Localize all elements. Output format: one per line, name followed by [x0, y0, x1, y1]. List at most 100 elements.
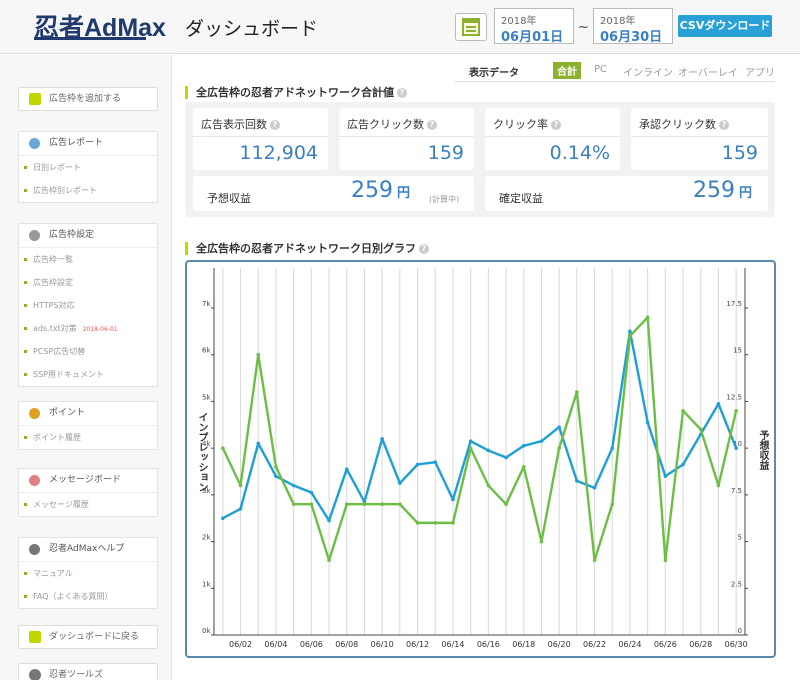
data-point [557, 446, 561, 450]
y-right-tick-label: 2.5 [731, 580, 742, 588]
y-left-tick-label: 2k [202, 534, 211, 542]
data-point [681, 462, 685, 467]
x-tick-label: 06/28 [689, 640, 712, 649]
sidebar-group-title[interactable]: 広告レポート [19, 132, 157, 156]
ninja-tools-label: 忍者ツールズ [49, 670, 104, 680]
data-point [291, 483, 296, 488]
x-tick-label: 06/14 [441, 640, 464, 649]
calendar-button[interactable] [455, 13, 487, 41]
estimated-revenue-value: 259 円 [351, 178, 411, 203]
data-point [645, 420, 650, 425]
sidebar-item-pcsp[interactable]: PCSP広告切替 [19, 340, 157, 363]
chart-title: 全広告枠の忍者アドネットワーク日別グラフ? [185, 242, 429, 255]
sidebar-item-ads-txt[interactable]: ads.txt対策 2018-06-01 [19, 317, 157, 340]
x-tick-label: 06/02 [229, 640, 252, 649]
tab-pc[interactable]: PC [594, 64, 607, 75]
sidebar-item-slot-list[interactable]: 広告枠一覧 [19, 248, 157, 271]
data-point [415, 462, 420, 467]
data-point [238, 507, 243, 511]
data-point [734, 408, 738, 413]
sidebar-item-daily-report[interactable]: 日別レポート [19, 156, 157, 179]
ninja-tools-link[interactable]: 忍者ツールズ [18, 663, 158, 680]
y-axis-right-label: 予想収益 [757, 430, 768, 470]
ninja-icon [29, 669, 41, 680]
data-point [291, 502, 296, 506]
data-point [698, 427, 703, 432]
tab-total[interactable]: 合計 [553, 62, 581, 79]
tab-inline[interactable]: インライン [623, 64, 673, 79]
x-tick-label: 06/16 [477, 640, 500, 649]
home-icon [29, 631, 41, 643]
sidebar-item-manual[interactable]: マニュアル [19, 562, 157, 585]
tab-app[interactable]: アプリ [745, 64, 775, 79]
sidebar-item-slot-settings[interactable]: 広告枠設定 [19, 271, 157, 294]
data-point [504, 455, 508, 460]
data-point [327, 558, 331, 563]
calendar-icon [462, 18, 480, 36]
data-point [521, 465, 526, 469]
sidebar-item-faq[interactable]: FAQ（よくある質問） [19, 585, 157, 608]
x-tick-label: 06/26 [654, 640, 677, 649]
sidebar-item-https[interactable]: HTTPS対応 [19, 294, 157, 317]
data-point [433, 460, 438, 464]
help-icon[interactable]: ? [719, 120, 729, 130]
date-separator: ~ [578, 20, 589, 35]
stat-card-ctr: クリック率? 0.14% [485, 108, 620, 170]
x-tick-label: 06/18 [512, 640, 535, 649]
sidebar: 広告枠を追加する 広告レポート 日別レポート 広告枠別レポート 広告枠設定 広告… [0, 55, 172, 680]
summary-panel: 広告表示回数? 112,904 広告クリック数? 159 クリック率? 0.14… [185, 102, 775, 217]
y-left-tick-label: 0k [202, 627, 211, 635]
x-tick-label: 06/10 [371, 640, 394, 649]
help-icon[interactable]: ? [551, 120, 561, 130]
x-tick-label: 06/06 [300, 640, 323, 649]
summary-title: 全広告枠の忍者アドネットワーク合計値? [185, 86, 407, 99]
sidebar-item-slot-report[interactable]: 広告枠別レポート [19, 179, 157, 202]
gear-icon [29, 230, 40, 241]
data-point [274, 465, 278, 469]
data-point [539, 439, 544, 443]
csv-download-button[interactable]: CSVダウンロード [678, 15, 772, 37]
data-point [468, 446, 473, 450]
help-icon[interactable]: ? [427, 120, 437, 130]
y-left-tick-label: 7k [202, 300, 211, 308]
x-tick-label: 06/20 [548, 640, 571, 649]
sidebar-group-points: ポイント ポイント履歴 [18, 401, 158, 450]
data-point [274, 474, 278, 478]
data-point [575, 390, 579, 394]
help-icon[interactable]: ? [397, 88, 407, 98]
help-icon[interactable]: ? [270, 120, 280, 130]
sidebar-item-ssp-docs[interactable]: SSP用ドキュメント [19, 363, 157, 386]
sidebar-item-message-history[interactable]: メッセージ履歴 [19, 493, 157, 516]
new-badge: 2018-06-01 [82, 326, 118, 333]
data-point [663, 474, 668, 478]
sidebar-group-title[interactable]: 広告枠設定 [19, 224, 157, 248]
data-point [344, 502, 349, 506]
data-point [486, 483, 491, 488]
help-icon[interactable]: ? [419, 244, 429, 254]
data-point [592, 558, 597, 563]
data-point [433, 521, 438, 525]
y-right-tick-label: 5 [738, 534, 742, 542]
add-ad-slot-button[interactable]: 広告枠を追加する [18, 87, 158, 111]
sidebar-group-title[interactable]: メッセージボード [19, 469, 157, 493]
sidebar-group-title[interactable]: 忍者AdMaxヘルプ [19, 538, 157, 562]
tab-overlay[interactable]: オーバーレイ [678, 64, 738, 79]
data-point [451, 497, 455, 502]
data-point [256, 441, 261, 446]
sidebar-item-point-history[interactable]: ポイント履歴 [19, 426, 157, 449]
add-ad-slot-label: 広告枠を追加する [49, 94, 122, 104]
y-right-tick-label: 7.5 [731, 487, 742, 495]
sidebar-group-title[interactable]: ポイント [19, 402, 157, 426]
data-type-tabs: 表示データ 合計 PC インライン オーバーレイ アプリ [455, 60, 775, 82]
date-from-field[interactable]: 2018年 06月01日 [494, 8, 574, 45]
data-point [575, 479, 579, 483]
data-point [380, 502, 384, 506]
daily-chart-svg: 0k1k2k3k4k5k6k7k02.557.51012.51517.506/0… [202, 268, 748, 649]
data-point [415, 521, 420, 525]
logo-underline [34, 37, 146, 40]
help-icon [29, 544, 40, 555]
date-to-field[interactable]: 2018年 06月30日 [593, 8, 673, 45]
data-point [309, 490, 314, 495]
x-tick-label: 06/22 [583, 640, 606, 649]
back-to-dashboard-button[interactable]: ダッシュボードに戻る [18, 625, 158, 649]
